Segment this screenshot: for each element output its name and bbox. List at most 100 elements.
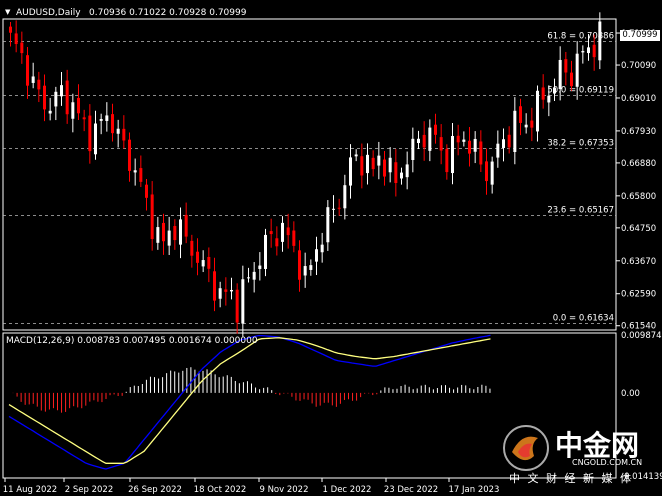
- candle-body: [156, 227, 160, 243]
- macd-axis-label: 0.00: [621, 389, 640, 399]
- candle-body: [128, 139, 131, 171]
- candle-body: [445, 148, 449, 173]
- candle-body: [48, 110, 52, 114]
- candle-body: [349, 157, 352, 186]
- candle-body: [456, 135, 460, 143]
- candle-body: [292, 230, 296, 246]
- candle-body: [77, 97, 80, 114]
- candle-body: [541, 87, 545, 100]
- watermark-tagline: 中 文 财 经 新 媒 体: [509, 472, 633, 485]
- candle-body: [570, 72, 573, 87]
- candle-body: [71, 102, 75, 119]
- macd-header: MACD(12,26,9) 0.008783 0.007495 0.001674…: [6, 336, 258, 346]
- candle-body: [383, 159, 386, 177]
- candle-body: [190, 240, 194, 256]
- candle-body: [82, 117, 86, 120]
- candle-body: [14, 33, 18, 45]
- candle-body: [320, 244, 324, 253]
- candle-body: [275, 238, 279, 247]
- candle-body: [60, 85, 63, 97]
- candle-body: [88, 115, 92, 152]
- watermark: 中金网 CNGOLD.COM.CN 中 文 财 经 新 媒 体: [500, 418, 660, 488]
- candle-body: [411, 138, 415, 161]
- candle-body: [150, 194, 154, 240]
- candle-body: [394, 162, 398, 184]
- candle-body: [179, 219, 182, 245]
- candle-body: [434, 124, 437, 135]
- candle-body: [9, 26, 12, 33]
- candle-body: [536, 90, 539, 132]
- date-axis-label: 2 Sep 2022: [65, 485, 113, 495]
- candle-body: [400, 172, 403, 179]
- candle-body: [298, 250, 301, 280]
- price-axis-label: 0.65800: [621, 192, 656, 202]
- candle-body: [201, 260, 205, 267]
- candle-body: [468, 140, 471, 154]
- candle-body: [145, 184, 148, 198]
- candle-body: [332, 208, 335, 210]
- current-price-tag: 0.70999: [620, 30, 660, 41]
- candle-body: [258, 265, 262, 269]
- candle-body: [264, 234, 267, 269]
- candle-body: [54, 91, 58, 107]
- candle-body: [20, 42, 24, 54]
- candle-body: [530, 120, 534, 128]
- candle-body: [337, 207, 341, 209]
- candle-body: [360, 156, 364, 176]
- candle-body: [473, 138, 477, 152]
- candle-body: [184, 214, 188, 237]
- candle-body: [99, 118, 103, 121]
- date-axis-label: 18 Oct 2022: [194, 485, 247, 495]
- triangle-down-icon[interactable]: ▼: [5, 8, 10, 16]
- fib-level-label: 50.0 = 0.69119: [547, 86, 614, 96]
- macd-axis-label: 0.009874: [621, 331, 662, 341]
- candle-body: [111, 114, 114, 134]
- candle-body: [326, 207, 330, 243]
- candle-body: [564, 59, 568, 73]
- candle-body: [196, 251, 199, 263]
- candle-body: [235, 289, 239, 323]
- candle-body: [252, 271, 256, 280]
- candle-body: [377, 155, 381, 166]
- candle-body: [26, 55, 29, 86]
- macd-signal-line: [8, 337, 491, 464]
- fib-level-label: 38.2 = 0.67353: [547, 139, 614, 149]
- candle-body: [507, 134, 511, 148]
- candle-body: [366, 154, 369, 174]
- candle-body: [286, 227, 290, 236]
- candle-body: [575, 53, 579, 87]
- candle-body: [173, 226, 177, 241]
- candle-body: [417, 138, 420, 144]
- candle-body: [587, 47, 590, 54]
- candle-body: [213, 271, 216, 301]
- candle-body: [31, 76, 35, 83]
- candle-body: [524, 124, 528, 128]
- candle-body: [422, 134, 426, 148]
- candle-body: [247, 277, 250, 279]
- price-axis-label: 0.62590: [621, 290, 656, 300]
- candle-body: [462, 139, 466, 142]
- candle-body: [224, 289, 228, 292]
- candle-body: [519, 106, 522, 123]
- candle-body: [598, 21, 602, 61]
- candle-body: [269, 231, 273, 235]
- candle-body: [230, 289, 233, 292]
- candle-body: [281, 222, 284, 242]
- candle-body: [65, 80, 69, 115]
- date-axis-label: 11 Aug 2022: [3, 485, 57, 495]
- candle-body: [354, 154, 358, 157]
- price-axis-label: 0.63670: [621, 257, 656, 267]
- price-axis-label: 0.66880: [621, 159, 656, 169]
- candle-body: [388, 157, 392, 173]
- candle-body: [485, 161, 488, 182]
- chart-window[interactable]: 61.8 = 0.70886 50.0 = 0.69119 38.2 = 0.673…: [0, 0, 662, 496]
- candle-body: [162, 222, 165, 242]
- date-axis-label: 1 Dec 2022: [323, 485, 372, 495]
- watermark-url: CNGOLD.COM.CN: [572, 458, 643, 467]
- candle-body: [139, 168, 143, 182]
- candle-body: [116, 128, 120, 134]
- candle-body: [133, 170, 137, 173]
- price-axis-label: 0.69010: [621, 94, 656, 104]
- price-panel-frame: [2, 18, 617, 331]
- date-axis-label: 26 Sep 2022: [128, 485, 182, 495]
